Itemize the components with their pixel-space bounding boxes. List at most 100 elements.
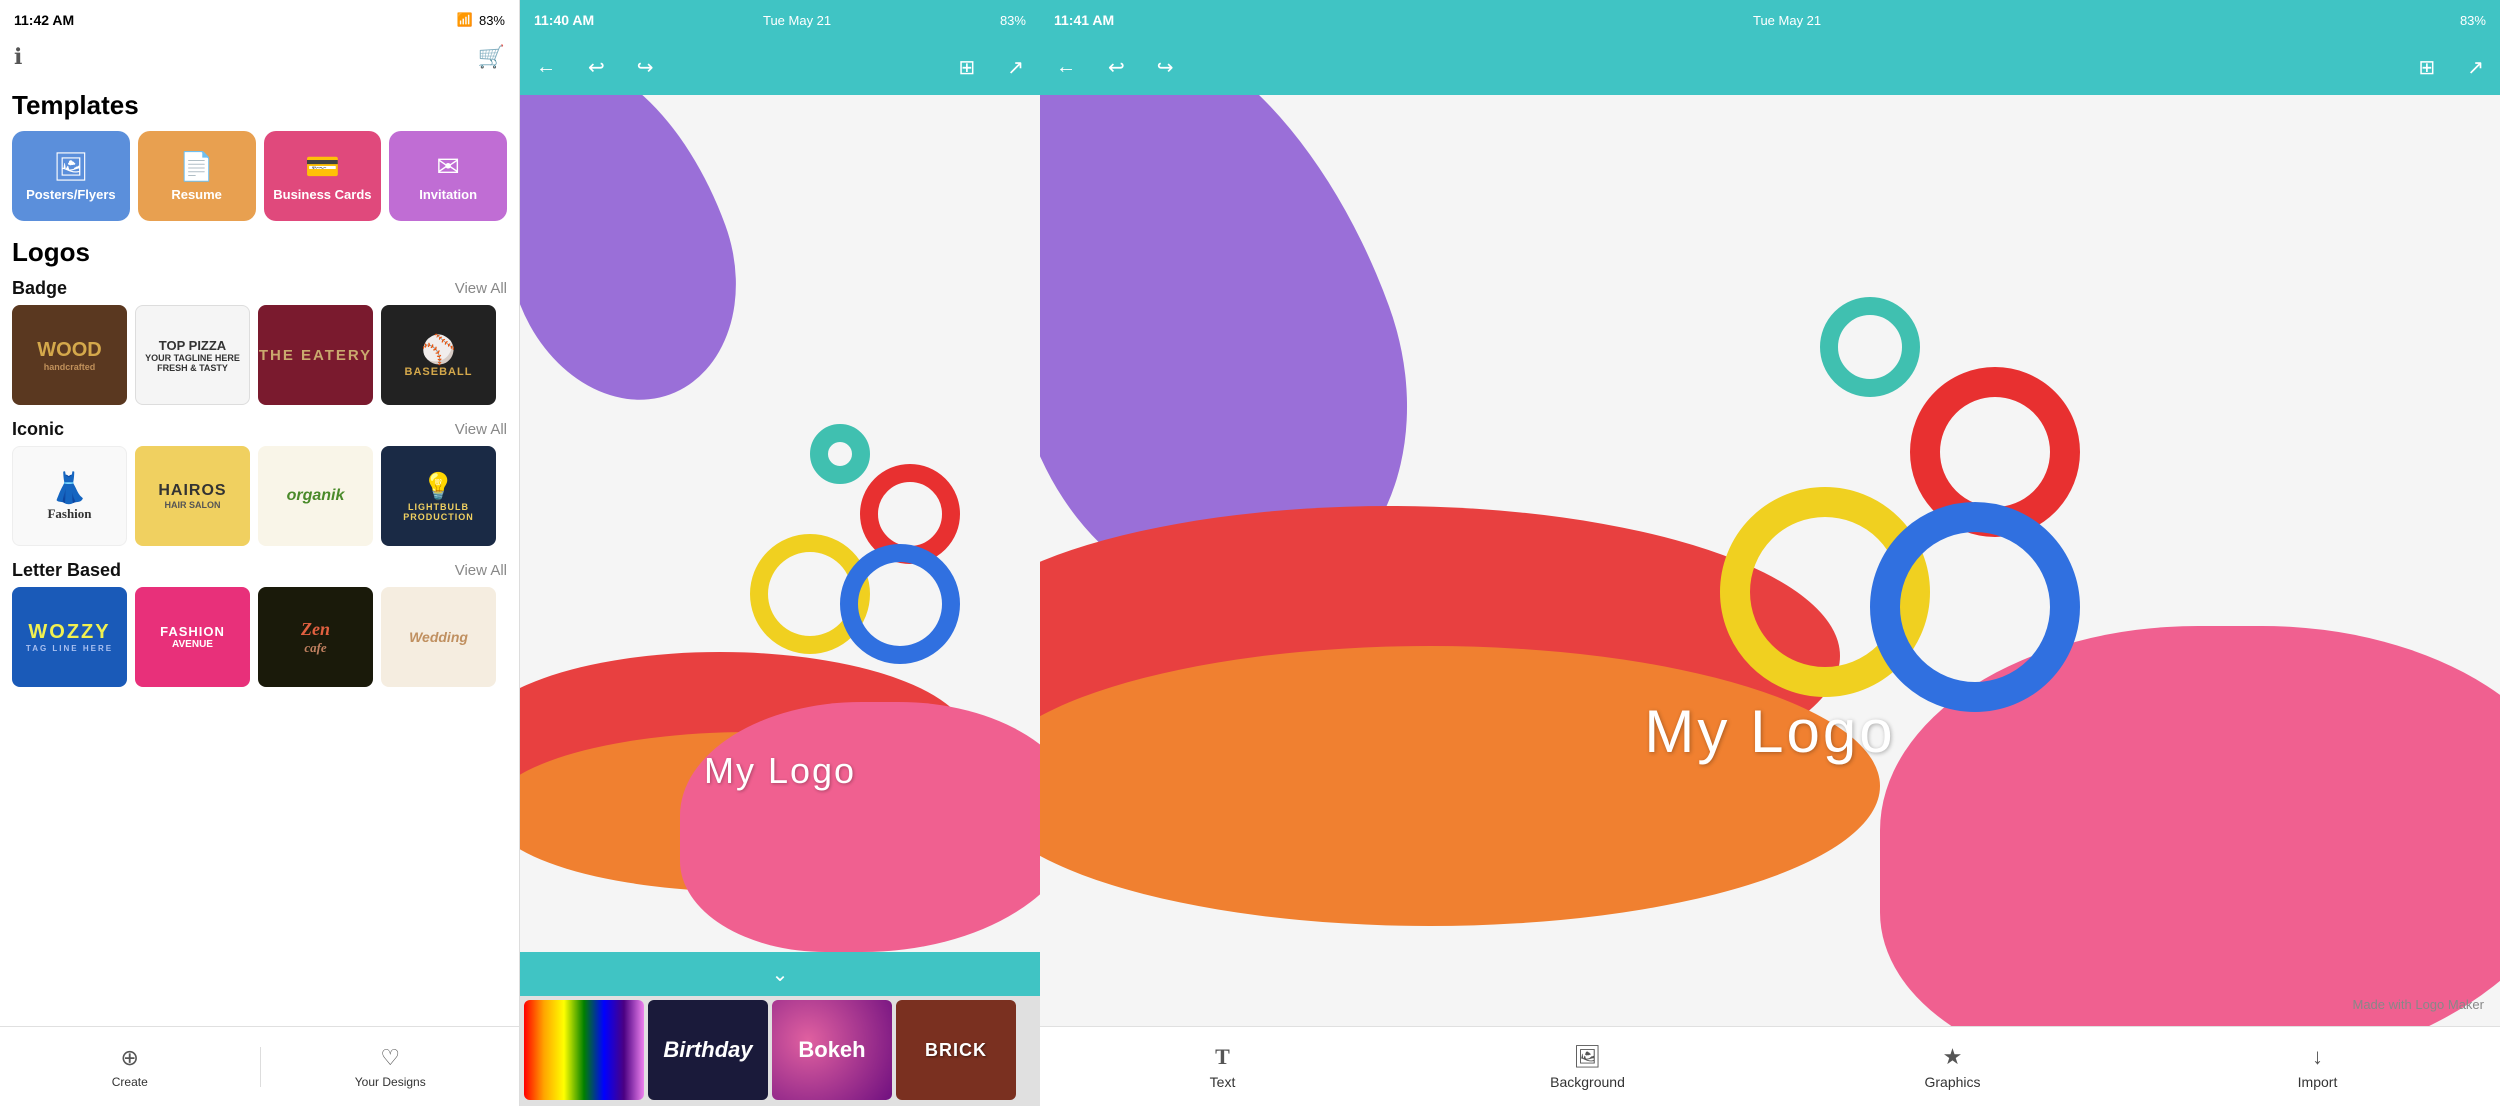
logo-item-pizza[interactable]: TOP PIZZA YOUR TAGLINE HERE FRESH & TAST… bbox=[135, 305, 250, 405]
nav-import[interactable]: ↓ Import bbox=[2135, 1044, 2500, 1090]
logo-item-baseball[interactable]: ⚾ BASEBALL bbox=[381, 305, 496, 405]
collapse-bar[interactable]: ⌄ bbox=[520, 952, 1040, 996]
iconic-logos-grid: 👗 Fashion HAIROS HAIR SALON organik 💡 LI… bbox=[12, 446, 507, 546]
back-button-right[interactable]: ← bbox=[1050, 52, 1082, 83]
create-label: Create bbox=[112, 1075, 148, 1089]
status-time-left: 11:42 AM bbox=[14, 12, 74, 28]
designs-label: Your Designs bbox=[355, 1075, 426, 1089]
birthday-label: Birthday bbox=[663, 1037, 752, 1063]
bottom-nav-right: T Text 🖼 Background ★ Graphics ↓ Import bbox=[1040, 1026, 2500, 1106]
create-icon: ⊕ bbox=[121, 1045, 139, 1071]
iconic-view-all[interactable]: View All bbox=[455, 421, 507, 438]
resume-label: Resume bbox=[171, 187, 222, 202]
letter-based-header: Letter Based View All bbox=[12, 560, 507, 581]
nav-background[interactable]: 🖼 Background bbox=[1405, 1044, 1770, 1090]
wave-pink-shape bbox=[680, 702, 1040, 952]
import-icon: ↓ bbox=[2312, 1044, 2323, 1070]
letter-based-view-all[interactable]: View All bbox=[455, 562, 507, 579]
badge-logos-grid: WOOD handcrafted TOP PIZZA YOUR TAGLINE … bbox=[12, 305, 507, 405]
status-day-middle: Tue May 21 bbox=[763, 13, 831, 28]
brick-label: BRICK bbox=[925, 1040, 987, 1061]
designs-icon: ♡ bbox=[380, 1045, 400, 1071]
editor-canvas-middle[interactable]: My Logo bbox=[520, 95, 1040, 952]
back-button-middle[interactable]: ← bbox=[530, 52, 562, 83]
bottom-nav-left: ⊕ Create ♡ Your Designs bbox=[0, 1026, 520, 1106]
text-icon: T bbox=[1215, 1044, 1230, 1070]
cart-icon[interactable]: 🛒 bbox=[478, 44, 505, 70]
bg-thumb-brick[interactable]: BRICK bbox=[896, 1000, 1016, 1100]
nav-graphics[interactable]: ★ Graphics bbox=[1770, 1044, 2135, 1090]
redo-button-right[interactable]: ↪ bbox=[1151, 51, 1180, 84]
template-card-resume[interactable]: 📄 Resume bbox=[138, 131, 256, 221]
badge-view-all[interactable]: View All bbox=[455, 280, 507, 297]
badge-header: Badge View All bbox=[12, 278, 507, 299]
ring-teal bbox=[810, 424, 870, 484]
logo-item-hairos[interactable]: HAIROS HAIR SALON bbox=[135, 446, 250, 546]
export-button-middle[interactable]: ↗ bbox=[1001, 51, 1030, 84]
bokeh-label: Bokeh bbox=[798, 1037, 865, 1063]
nav-create[interactable]: ⊕ Create bbox=[0, 1045, 260, 1089]
panel-editor-right: 11:41 AM Tue May 21 83% ← ↩ ↪ ⊞ ↗ My Log… bbox=[1040, 0, 2500, 1106]
logo-item-wozzy[interactable]: WOZZY TAG LINE HERE bbox=[12, 587, 127, 687]
letter-logos-grid: WOZZY TAG LINE HERE FASHION AVENUE Zen c… bbox=[12, 587, 507, 687]
layers-button-right[interactable]: ⊞ bbox=[2412, 51, 2441, 84]
battery-right: 83% bbox=[2460, 13, 2486, 28]
layers-button-middle[interactable]: ⊞ bbox=[952, 51, 981, 84]
rwave-orange-shape bbox=[1040, 646, 1880, 926]
status-day-text: Tue May 21 bbox=[763, 13, 831, 28]
top-icons-bar: ℹ 🛒 bbox=[0, 40, 519, 78]
canvas-background-middle: My Logo bbox=[520, 95, 1040, 952]
logo-item-zen[interactable]: Zen cafe bbox=[258, 587, 373, 687]
template-card-invitation[interactable]: ✉ Invitation bbox=[389, 131, 507, 221]
info-icon[interactable]: ℹ bbox=[14, 44, 22, 70]
graphics-label: Graphics bbox=[1924, 1074, 1980, 1090]
text-label: Text bbox=[1210, 1074, 1236, 1090]
logo-item-eatery[interactable]: THE EATERY bbox=[258, 305, 373, 405]
bg-thumb-bokeh[interactable]: Bokeh bbox=[772, 1000, 892, 1100]
editor-toolbar-right: ← ↩ ↪ ⊞ ↗ bbox=[1040, 40, 2500, 95]
template-cards-row: 🖼 Posters/Flyers 📄 Resume 💳 Business Car… bbox=[12, 131, 507, 221]
watermark: Made with Logo Maker bbox=[2352, 997, 2484, 1012]
undo-button-middle[interactable]: ↩ bbox=[582, 51, 611, 84]
export-button-right[interactable]: ↗ bbox=[2461, 51, 2490, 84]
resume-icon: 📄 bbox=[179, 150, 214, 183]
logo-item-fashion-avenue[interactable]: FASHION AVENUE bbox=[135, 587, 250, 687]
collapse-icon: ⌄ bbox=[772, 962, 789, 987]
template-card-business-cards[interactable]: 💳 Business Cards bbox=[264, 131, 382, 221]
logo-item-lightbulb[interactable]: 💡 LIGHTBULBPRODUCTION bbox=[381, 446, 496, 546]
status-info-left: 📶 83% bbox=[457, 12, 505, 28]
nav-text[interactable]: T Text bbox=[1040, 1044, 1405, 1090]
logo-item-fashion[interactable]: 👗 Fashion bbox=[12, 446, 127, 546]
background-label: Background bbox=[1550, 1074, 1625, 1090]
business-cards-icon: 💳 bbox=[305, 150, 340, 183]
editor-toolbar-middle: ← ↩ ↪ ⊞ ↗ bbox=[520, 40, 1040, 95]
logo-item-wedding[interactable]: Wedding bbox=[381, 587, 496, 687]
logos-title: Logos bbox=[12, 237, 507, 268]
redo-button-middle[interactable]: ↪ bbox=[631, 51, 660, 84]
posters-icon: 🖼 bbox=[53, 150, 89, 183]
badge-title: Badge bbox=[12, 278, 67, 299]
status-time-right: 11:41 AM bbox=[1054, 12, 1114, 28]
templates-title: Templates bbox=[12, 90, 507, 121]
status-day-right: Tue May 21 bbox=[1753, 13, 1821, 28]
iconic-title: Iconic bbox=[12, 419, 64, 440]
bg-thumb-rainbow[interactable] bbox=[524, 1000, 644, 1100]
logo-text-middle[interactable]: My Logo bbox=[704, 750, 856, 792]
panel-editor: 11:40 AM Tue May 21 83% ← ↩ ↪ ⊞ ↗ My Log… bbox=[520, 0, 1040, 1106]
bg-thumb-birthday[interactable]: Birthday bbox=[648, 1000, 768, 1100]
backgrounds-strip: Birthday Bokeh BRICK bbox=[520, 996, 1040, 1106]
background-icon: 🖼 bbox=[1574, 1044, 1602, 1070]
canvas-background-right: My Logo Made with Logo Maker bbox=[1040, 95, 2500, 1026]
templates-content: Templates 🖼 Posters/Flyers 📄 Resume 💳 Bu… bbox=[0, 78, 519, 1106]
nav-designs[interactable]: ♡ Your Designs bbox=[261, 1045, 521, 1089]
template-card-posters[interactable]: 🖼 Posters/Flyers bbox=[12, 131, 130, 221]
logo-item-wood[interactable]: WOOD handcrafted bbox=[12, 305, 127, 405]
letter-based-title: Letter Based bbox=[12, 560, 121, 581]
logo-item-organik[interactable]: organik bbox=[258, 446, 373, 546]
undo-button-right[interactable]: ↩ bbox=[1102, 51, 1131, 84]
status-bar-right: 11:41 AM Tue May 21 83% bbox=[1040, 0, 2500, 40]
logo-text-right[interactable]: My Logo bbox=[1644, 697, 1895, 766]
editor-canvas-right[interactable]: My Logo Made with Logo Maker bbox=[1040, 95, 2500, 1026]
panel-templates: 11:42 AM 📶 83% ℹ 🛒 Templates 🖼 Posters/F… bbox=[0, 0, 520, 1106]
import-label: Import bbox=[2298, 1074, 2338, 1090]
